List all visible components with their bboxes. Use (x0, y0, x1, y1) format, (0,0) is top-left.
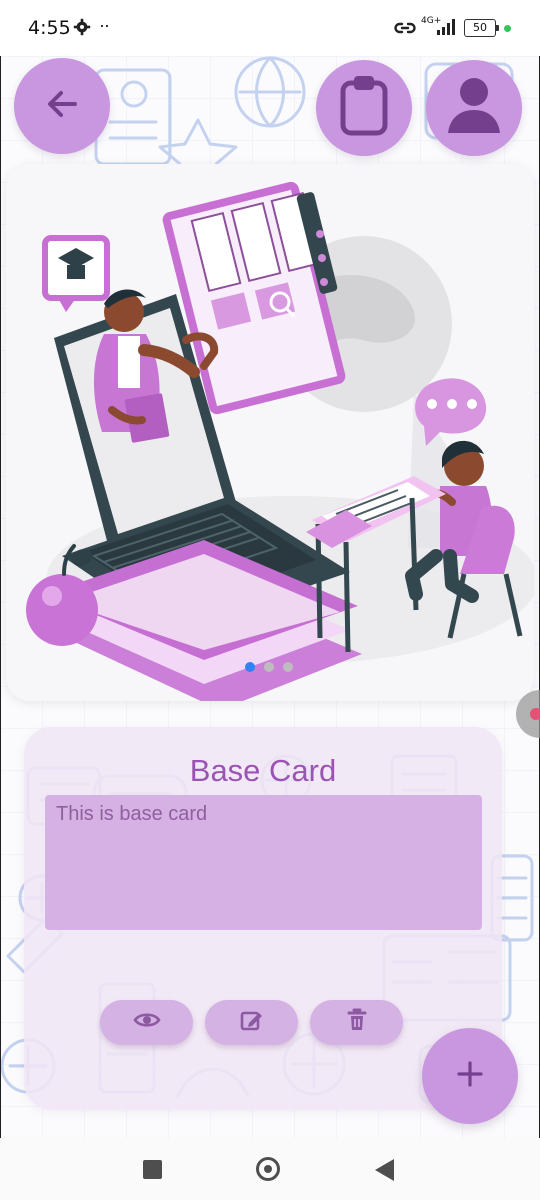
carousel-dot[interactable] (264, 662, 274, 672)
home-circle-icon[interactable] (256, 1157, 280, 1181)
carousel-pagination (245, 662, 293, 672)
eye-icon (132, 1010, 161, 1035)
edit-icon (239, 1008, 264, 1038)
system-navigation-bar (0, 1138, 540, 1200)
recent-apps-square-icon[interactable] (143, 1160, 162, 1179)
active-dot-icon (504, 25, 511, 32)
carousel-dot-active[interactable] (245, 662, 255, 672)
carousel-card[interactable] (6, 164, 534, 701)
battery-indicator: 50 (464, 19, 499, 37)
link-icon (394, 19, 416, 37)
person-icon (445, 75, 503, 142)
delete-button[interactable] (310, 1000, 403, 1045)
back-button[interactable] (14, 58, 110, 154)
card-actions (100, 1000, 403, 1045)
online-teacher-laptop-illustration (6, 164, 534, 701)
status-time: 4:55 (28, 17, 71, 39)
signal-icon (436, 18, 456, 36)
status-extra-indicator: ·· (99, 15, 110, 35)
system-back-triangle-icon[interactable] (375, 1159, 394, 1181)
edit-button[interactable] (205, 1000, 298, 1045)
clipboard-icon (337, 74, 391, 143)
back-arrow-icon (41, 83, 83, 130)
status-bar: 4:55 ·· 4G+ 50 (0, 0, 540, 56)
card-text-field[interactable]: This is base card (45, 795, 482, 930)
settings-gear-icon (73, 18, 91, 36)
app-screen: 4:55 ·· 4G+ 50 Base Card This is base ca… (0, 0, 540, 1200)
card-title: Base Card (189, 753, 337, 788)
view-button[interactable] (100, 1000, 193, 1045)
clipboard-button[interactable] (316, 60, 412, 156)
add-button[interactable] (422, 1028, 518, 1124)
trash-icon (346, 1008, 368, 1037)
plus-icon (453, 1057, 487, 1096)
carousel-dot[interactable] (283, 662, 293, 672)
profile-button[interactable] (426, 60, 522, 156)
